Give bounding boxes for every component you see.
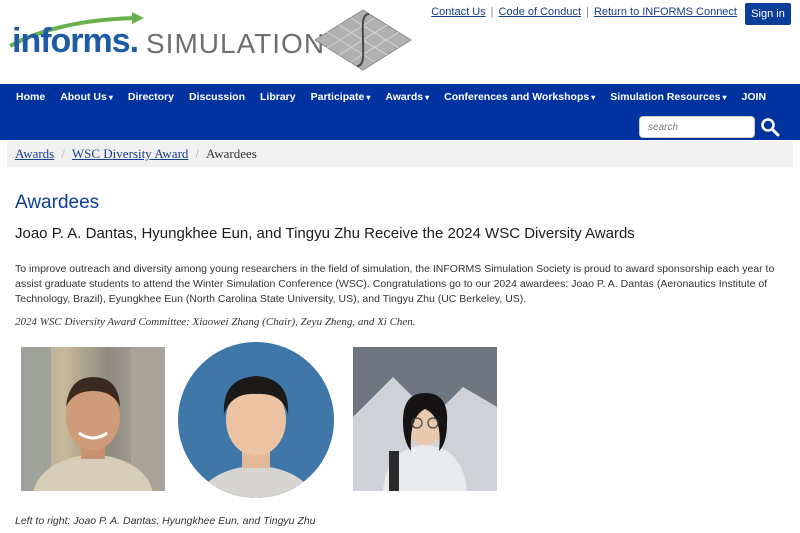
nav-item-simulation-resources[interactable]: Simulation Resources ▾ — [610, 91, 726, 103]
portrait-illustration — [21, 347, 165, 491]
nav-item-label: Simulation Resources — [610, 91, 721, 103]
awardee-photo-zhu — [353, 347, 497, 491]
nav-item-label: Conferences and Workshops — [444, 91, 590, 103]
site-header: informs. SIMULATION Contact Us | Code of… — [0, 0, 800, 84]
return-to-informs-connect-link[interactable]: Return to INFORMS Connect — [589, 6, 742, 18]
informs-simulation-logo[interactable]: informs. SIMULATION — [8, 8, 418, 71]
nav-item-label: JOIN — [741, 91, 767, 103]
nav-item-label: Directory — [127, 91, 174, 103]
portrait-illustration — [353, 347, 497, 491]
nav-item-directory[interactable]: Directory — [128, 91, 174, 103]
caret-down-icon: ▾ — [366, 93, 371, 102]
search-icon[interactable] — [760, 117, 780, 137]
caret-down-icon: ▾ — [722, 93, 727, 102]
nav-item-about-us[interactable]: About Us ▾ — [60, 91, 113, 103]
nav-item-join[interactable]: JOIN — [742, 91, 767, 103]
logo-informs-text: informs. — [12, 22, 139, 60]
sign-in-button[interactable]: Sign in — [745, 3, 791, 25]
nav-item-library[interactable]: Library — [260, 91, 296, 103]
breadcrumb-awards-link[interactable]: Awards — [15, 146, 54, 162]
breadcrumb-wsc-diversity-award-link[interactable]: WSC Diversity Award — [72, 146, 189, 162]
breadcrumb-current: Awardees — [206, 146, 257, 161]
nav-item-label: Discussion — [188, 91, 246, 103]
utility-links: Contact Us | Code of Conduct | Return to… — [426, 6, 742, 18]
nav-item-label: Participate — [310, 91, 365, 103]
caret-down-icon: ▾ — [591, 93, 596, 102]
code-of-conduct-link[interactable]: Code of Conduct — [494, 6, 587, 18]
nav-item-label: Library — [260, 91, 296, 103]
nav-item-awards[interactable]: Awards ▾ — [385, 91, 429, 103]
search-input[interactable]: search — [639, 116, 755, 138]
logo-integral-diamond-icon — [314, 9, 412, 71]
breadcrumb: Awards / WSC Diversity Award / Awardees — [7, 141, 793, 167]
page-title: Awardees — [15, 192, 100, 213]
caret-down-icon: ▾ — [108, 93, 113, 102]
awardee-photo-eun — [178, 342, 334, 498]
nav-item-home[interactable]: Home — [16, 91, 45, 103]
article-headline: Joao P. A. Dantas, Hyungkhee Eun, and Ti… — [15, 225, 635, 242]
contact-us-link[interactable]: Contact Us — [426, 6, 490, 18]
nav-item-label: Awards — [385, 91, 424, 103]
nav-item-discussion[interactable]: Discussion — [189, 91, 245, 103]
nav-item-conferences-and-workshops[interactable]: Conferences and Workshops ▾ — [444, 91, 595, 103]
photo-caption: Left to right: Joao P. A. Dantas, Hyungk… — [15, 515, 316, 527]
breadcrumb-separator: / — [61, 146, 65, 161]
nav-item-label: Home — [16, 91, 46, 103]
nav-item-participate[interactable]: Participate ▾ — [311, 91, 371, 103]
awardee-photo-dantas — [21, 347, 165, 491]
breadcrumb-separator: / — [195, 146, 200, 161]
nav-menu: Home About Us ▾ Directory Discussion Libr… — [16, 91, 781, 103]
logo-simulation-text: SIMULATION — [146, 28, 326, 59]
caret-down-icon: ▾ — [425, 93, 430, 102]
article-body: To improve outreach and diversity among … — [15, 263, 775, 305]
portrait-illustration — [178, 342, 334, 498]
nav-item-label: About Us — [60, 91, 107, 103]
committee-note: 2024 WSC Diversity Award Committee: Xiao… — [15, 316, 416, 328]
